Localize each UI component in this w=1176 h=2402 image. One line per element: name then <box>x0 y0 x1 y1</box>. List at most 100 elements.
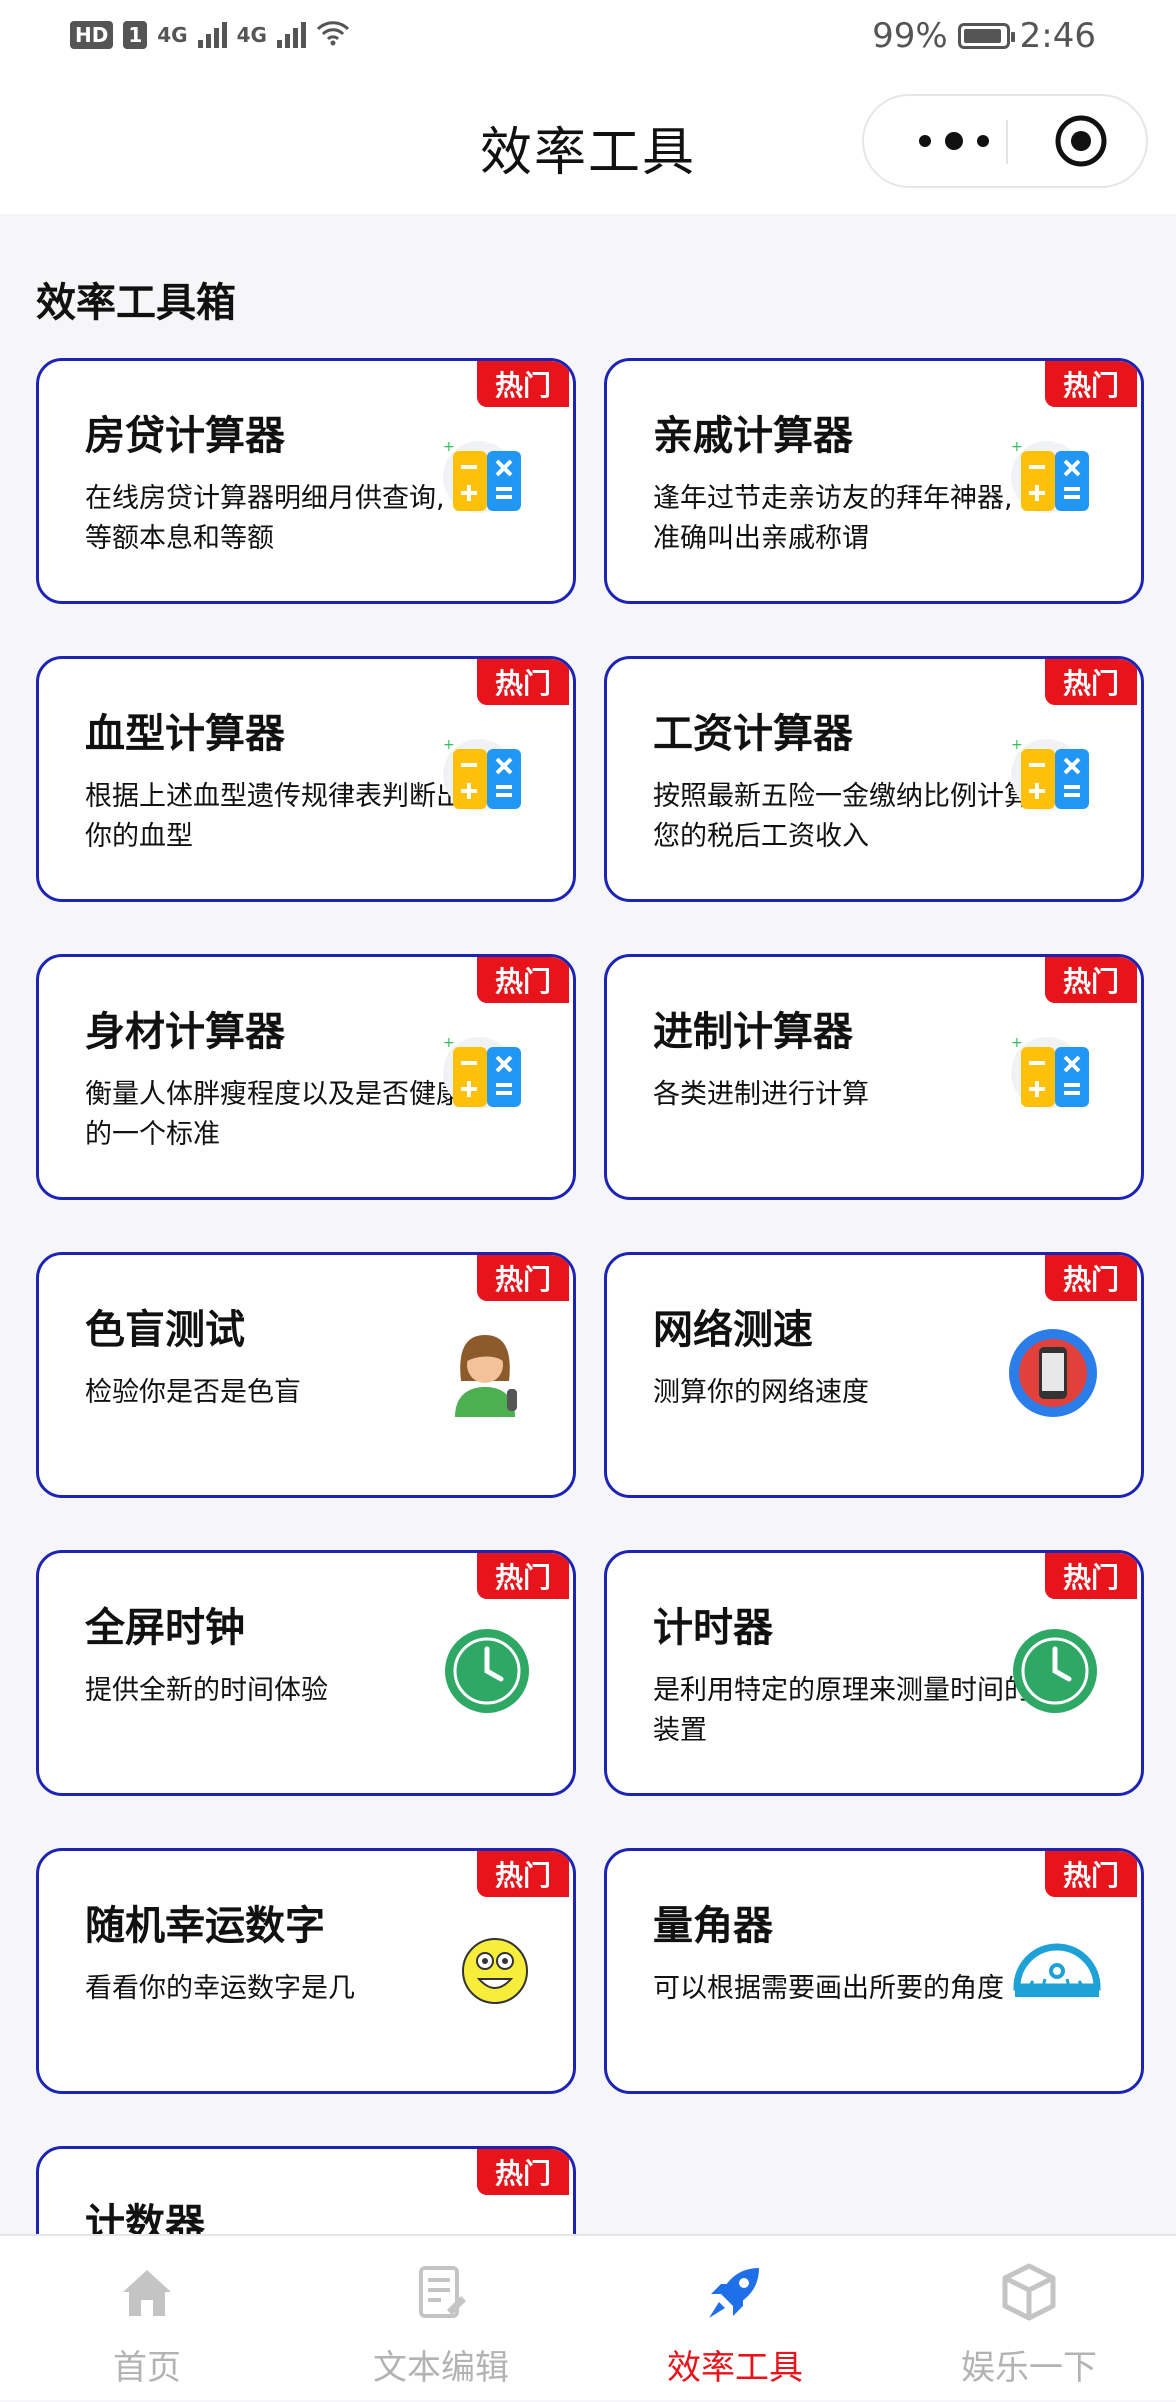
close-target-button[interactable] <box>1054 114 1108 168</box>
tab-label: 效率工具 <box>667 2348 803 2388</box>
svg-text:+: + <box>1011 1035 1023 1051</box>
card-desc: 各类进制进行计算 <box>653 1079 869 1110</box>
clock-icon <box>1013 1629 1097 1713</box>
section-title: 效率工具箱 <box>36 280 236 326</box>
hot-badge: 热门 <box>477 2149 569 2195</box>
card-title: 随机幸运数字 <box>85 1903 325 1949</box>
tab-home[interactable]: 首页 <box>0 2236 294 2402</box>
cube-icon <box>1002 2263 1056 2321</box>
card-desc: 提供全新的时间体验 <box>85 1675 328 1706</box>
battery-icon <box>957 23 1015 49</box>
hot-badge: 热门 <box>477 1553 569 1599</box>
card-desc: 按照最新五险一金缴纳比例计算您的税后工资收入 <box>653 781 1031 852</box>
nav-bar: 效率工具 <box>0 80 1176 214</box>
calculator-icon: + <box>1011 439 1089 513</box>
tab-label: 首页 <box>113 2348 181 2388</box>
network-type-1: 4G <box>157 23 188 47</box>
svg-text:+: + <box>1011 439 1023 455</box>
card-title: 量角器 <box>653 1903 773 1949</box>
card-title: 身材计算器 <box>85 1009 285 1055</box>
tool-card-timer[interactable]: 热门 计时器 是利用特定的原理来测量时间的装置 <box>604 1550 1144 1796</box>
card-desc: 逢年过节走亲访友的拜年神器,准确叫出亲戚称谓 <box>653 483 1013 554</box>
status-left: HD 1 4G 4G <box>70 20 350 50</box>
capsule-divider <box>1006 120 1008 164</box>
card-desc: 在线房贷计算器明细月供查询,等额本息和等额 <box>85 483 445 554</box>
hot-badge: 热门 <box>477 361 569 407</box>
more-menu-button[interactable] <box>904 96 1004 186</box>
document-edit-icon <box>419 2266 466 2318</box>
card-desc: 检验你是否是色盲 <box>85 1377 301 1408</box>
hot-badge: 热门 <box>477 957 569 1003</box>
card-title: 全屏时钟 <box>85 1605 245 1651</box>
card-desc: 测算你的网络速度 <box>653 1377 869 1408</box>
calculator-icon: + <box>1011 737 1089 811</box>
card-desc: 根据上述血型遗传规律表判断出你的血型 <box>85 781 463 852</box>
card-desc: 看看你的幸运数字是几 <box>85 1973 355 2004</box>
home-icon <box>123 2270 171 2316</box>
tool-card-base-converter[interactable]: 热门 进制计算器 各类进制进行计算 + <box>604 954 1144 1200</box>
smiley-icon <box>462 1938 528 2004</box>
card-title: 亲戚计算器 <box>653 413 853 459</box>
hot-badge: 热门 <box>1045 1553 1137 1599</box>
card-desc: 是利用特定的原理来测量时间的装置 <box>653 1675 1031 1746</box>
tool-card-fullscreen-clock[interactable]: 热门 全屏时钟 提供全新的时间体验 <box>36 1550 576 1796</box>
hot-badge: 热门 <box>1045 361 1137 407</box>
tab-bar: 首页 文本编辑 效率工具 娱乐一下 <box>0 2234 1176 2400</box>
tool-card-relatives[interactable]: 热门 亲戚计算器 逢年过节走亲访友的拜年神器,准确叫出亲戚称谓 + <box>604 358 1144 604</box>
signal-icon <box>197 22 227 48</box>
tab-efficiency-tools[interactable]: 效率工具 <box>588 2236 882 2402</box>
hot-badge: 热门 <box>1045 659 1137 705</box>
mini-program-capsule <box>862 94 1148 188</box>
hot-badge: 热门 <box>477 659 569 705</box>
tool-card-lucky-number[interactable]: 热门 随机幸运数字 看看你的幸运数字是几 <box>36 1848 576 2094</box>
status-bar: HD 1 4G 4G 99% 2:46 <box>0 0 1176 80</box>
hot-badge: 热门 <box>1045 1851 1137 1897</box>
card-title: 房贷计算器 <box>85 413 285 459</box>
card-title: 血型计算器 <box>85 711 285 757</box>
card-desc: 可以根据需要画出所要的角度 <box>653 1973 1004 2004</box>
tool-card-protractor[interactable]: 热门 量角器 可以根据需要画出所要的角度 <box>604 1848 1144 2094</box>
status-right: 99% 2:46 <box>872 16 1096 56</box>
tool-card-speed-test[interactable]: 热门 网络测速 测算你的网络速度 <box>604 1252 1144 1498</box>
tab-label: 娱乐一下 <box>961 2348 1097 2388</box>
protractor-icon <box>1013 1943 1101 1997</box>
hot-badge: 热门 <box>477 1851 569 1897</box>
network-type-2: 4G <box>236 23 267 47</box>
svg-text:+: + <box>1011 737 1023 753</box>
tool-card-body[interactable]: 热门 身材计算器 衡量人体胖瘦程度以及是否健康的一个标准 + <box>36 954 576 1200</box>
wifi-icon <box>316 20 350 50</box>
sim-indicator: 1 <box>123 21 148 49</box>
hd-indicator: HD <box>70 21 114 49</box>
svg-text:+: + <box>443 737 455 753</box>
battery-percent: 99% <box>872 16 948 56</box>
card-title: 色盲测试 <box>85 1307 245 1353</box>
svg-text:+: + <box>443 439 455 455</box>
hot-badge: 热门 <box>477 1255 569 1301</box>
calculator-icon: + <box>443 1035 521 1109</box>
tab-entertainment[interactable]: 娱乐一下 <box>882 2236 1176 2402</box>
hot-badge: 热门 <box>1045 1255 1137 1301</box>
card-title: 计时器 <box>653 1605 773 1651</box>
phone-icon <box>1009 1329 1097 1417</box>
hot-badge: 热门 <box>1045 957 1137 1003</box>
tool-card-blood-type[interactable]: 热门 血型计算器 根据上述血型遗传规律表判断出你的血型 + <box>36 656 576 902</box>
calculator-icon: + <box>443 737 521 811</box>
signal-icon <box>276 22 306 48</box>
person-icon <box>455 1335 517 1417</box>
tool-card-salary[interactable]: 热门 工资计算器 按照最新五险一金缴纳比例计算您的税后工资收入 + <box>604 656 1144 902</box>
card-title: 工资计算器 <box>653 711 853 757</box>
card-title: 网络测速 <box>653 1307 813 1353</box>
clock-icon <box>445 1629 529 1713</box>
tool-card-mortgage[interactable]: 热门 房贷计算器 在线房贷计算器明细月供查询,等额本息和等额 + <box>36 358 576 604</box>
target-icon <box>1055 115 1107 167</box>
clock-time: 2:46 <box>1019 16 1096 56</box>
card-desc: 衡量人体胖瘦程度以及是否健康的一个标准 <box>85 1079 463 1150</box>
card-title: 进制计算器 <box>653 1009 853 1055</box>
calculator-icon: + <box>1011 1035 1089 1109</box>
tab-label: 文本编辑 <box>373 2348 509 2388</box>
tool-card-color-blind[interactable]: 热门 色盲测试 检验你是否是色盲 <box>36 1252 576 1498</box>
rocket-icon <box>709 2268 759 2318</box>
calculator-icon: + <box>443 439 521 513</box>
tab-text-edit[interactable]: 文本编辑 <box>294 2236 588 2402</box>
svg-text:+: + <box>443 1035 455 1051</box>
